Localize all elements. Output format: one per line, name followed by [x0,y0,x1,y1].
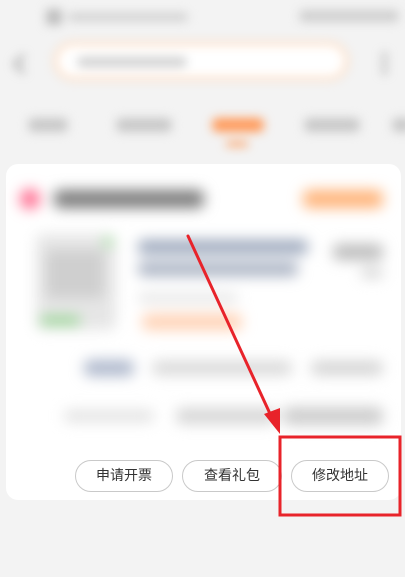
product-quantity [361,268,383,278]
view-gift-button[interactable]: 查看礼包 [182,460,282,492]
status-left [46,9,196,25]
apply-invoice-button[interactable]: 申请开票 [75,460,173,492]
order-total-amount [283,407,383,425]
tab-5[interactable] [392,118,405,132]
search-input[interactable] [54,42,348,80]
order-info-tag [84,360,134,376]
back-arrow-icon[interactable] [10,52,30,76]
shop-name[interactable] [54,190,204,208]
product-spec [138,294,238,302]
product-title-line-1 [138,240,308,254]
shop-icon [20,189,40,209]
tab-active-indicator [226,142,248,146]
more-vertical-icon[interactable] [376,50,392,76]
order-card [6,164,401,500]
tab-4[interactable] [304,118,360,132]
status-indicators [299,10,399,22]
modify-address-button[interactable]: 修改地址 [291,460,389,492]
product-image[interactable] [36,234,116,330]
order-total-detail [176,408,276,424]
tab-2[interactable] [116,118,172,132]
order-tabs [0,110,405,150]
status-text-placeholder [68,13,188,21]
tab-1[interactable] [28,118,68,132]
search-placeholder [77,57,187,67]
tab-3-active[interactable] [212,118,264,132]
order-total-label [64,410,154,422]
app-icon [46,9,62,25]
product-price [333,244,383,260]
order-info-text [152,361,292,375]
product-title-line-2 [138,262,298,276]
product-tag [142,314,242,330]
order-status-badge [303,190,383,208]
order-info-value [311,361,383,375]
status-bar [0,0,405,36]
